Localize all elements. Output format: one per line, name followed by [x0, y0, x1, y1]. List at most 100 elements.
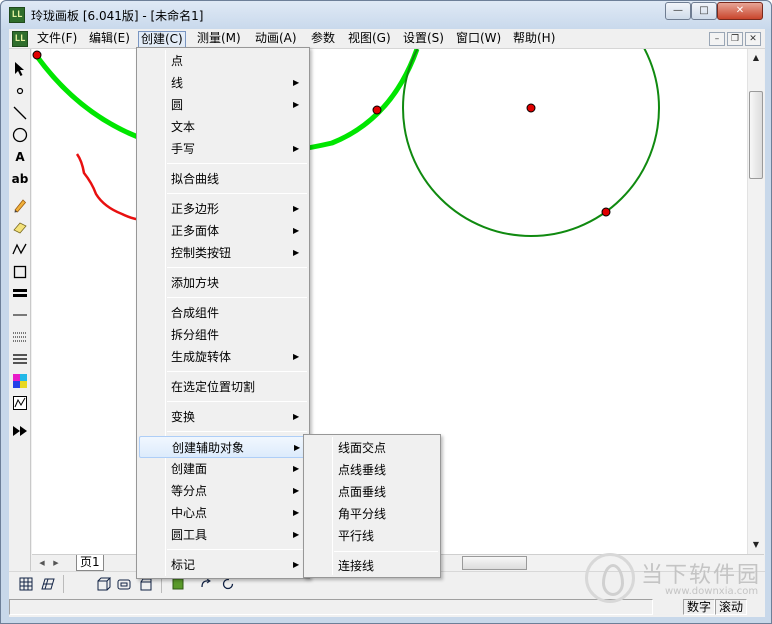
create-menu-item[interactable]: 手写 ▶	[139, 138, 307, 160]
watermark-logo-icon	[585, 553, 635, 603]
aux-submenu-item[interactable]: 线面交点	[306, 437, 438, 459]
vertical-scrollbar[interactable]: ▲ ▼	[747, 49, 764, 554]
menu-item-label: 手写	[171, 142, 196, 156]
document-icon[interactable]: LL	[12, 31, 28, 47]
menu-bar: LL 文件(F) 编辑(E) 创建(C) 测量(M) 动画(A) 参数 视图(G…	[9, 29, 765, 49]
title-bar[interactable]: LL 玲珑画板 [6.041版] - [未命名1] — □ ✕	[1, 1, 771, 29]
cube-icon[interactable]	[95, 575, 113, 593]
box-icon[interactable]	[115, 575, 133, 593]
menu-separator	[167, 267, 307, 268]
create-menu-item[interactable]: 标记 ▶	[139, 554, 307, 576]
eraser-tool-icon[interactable]	[11, 217, 29, 237]
label-tool-icon[interactable]: ab	[11, 169, 29, 189]
menu-help[interactable]: 帮助(H)	[511, 31, 557, 48]
menu-settings[interactable]: 设置(S)	[401, 31, 446, 48]
grid-icon[interactable]	[17, 575, 35, 593]
menu-animation[interactable]: 动画(A)	[253, 31, 299, 48]
create-menu-item[interactable]: 文本	[139, 116, 307, 138]
create-menu-item[interactable]: 添加方块	[139, 272, 307, 294]
create-menu-item[interactable]: 拆分组件	[139, 324, 307, 346]
mdi-close-button[interactable]: ✕	[745, 32, 761, 46]
submenu-arrow-icon: ▶	[293, 530, 300, 539]
menu-view[interactable]: 视图(G)	[346, 31, 393, 48]
create-menu-item[interactable]: 中心点 ▶	[139, 502, 307, 524]
submenu-arrow-icon: ▶	[293, 248, 300, 257]
create-menu-item[interactable]: 线 ▶	[139, 72, 307, 94]
menu-separator	[167, 401, 307, 402]
create-menu-item[interactable]: 创建面 ▶	[139, 458, 307, 480]
create-menu-item[interactable]: 生成旋转体 ▶	[139, 346, 307, 368]
multi-line-icon[interactable]	[11, 349, 29, 369]
pencil-tool-icon[interactable]	[11, 195, 29, 215]
aux-submenu-item[interactable]: 平行线	[306, 525, 438, 547]
fast-forward-icon[interactable]	[11, 421, 29, 441]
circle-tool-icon[interactable]	[11, 125, 29, 145]
menu-window[interactable]: 窗口(W)	[454, 31, 503, 48]
menu-measure[interactable]: 测量(M)	[195, 31, 243, 48]
create-menu-item[interactable]: 正多边形 ▶	[139, 198, 307, 220]
tab-first-icon[interactable]: ◀	[36, 557, 48, 569]
create-menu-item[interactable]: 等分点 ▶	[139, 480, 307, 502]
point-on-circle	[601, 207, 611, 217]
pointer-tool-icon[interactable]	[11, 59, 29, 79]
aux-submenu-item[interactable]: 连接线	[306, 555, 438, 577]
menu-item-label: 圆	[171, 98, 184, 112]
mdi-minimize-button[interactable]: –	[709, 32, 725, 46]
create-menu-item[interactable]: 变换 ▶	[139, 406, 307, 428]
menu-edit[interactable]: 编辑(E)	[87, 31, 132, 48]
submenu-arrow-icon: ▶	[293, 486, 300, 495]
menu-separator	[167, 371, 307, 372]
menu-create[interactable]: 创建(C)	[138, 31, 186, 48]
aux-submenu-item[interactable]: 角平分线	[306, 503, 438, 525]
dotted-line-icon[interactable]	[11, 327, 29, 347]
create-menu-item[interactable]: 圆 ▶	[139, 94, 307, 116]
thin-line-icon[interactable]	[11, 305, 29, 325]
aux-submenu-item[interactable]: 点面垂线	[306, 481, 438, 503]
tab-page-1[interactable]: 页1	[76, 555, 104, 571]
submenu-arrow-icon: ▶	[293, 144, 300, 153]
maximize-button[interactable]: □	[691, 2, 717, 20]
menu-item-label: 创建面	[171, 462, 208, 476]
submenu-item-label: 连接线	[338, 559, 375, 573]
oblique-grid-icon[interactable]	[39, 575, 57, 593]
close-button[interactable]: ✕	[717, 2, 763, 20]
create-menu-item[interactable]: 创建辅助对象 ▶	[139, 436, 307, 458]
menu-separator	[167, 431, 307, 432]
scroll-up-icon[interactable]: ▲	[748, 49, 764, 66]
line-tool-icon[interactable]	[11, 103, 29, 123]
tab-prev-icon[interactable]: ▶	[50, 557, 62, 569]
menu-params[interactable]: 参数	[309, 31, 337, 48]
create-menu-item[interactable]: 正多面体 ▶	[139, 220, 307, 242]
thick-line-icon[interactable]	[11, 283, 29, 303]
point-tool-icon[interactable]	[11, 81, 29, 101]
create-menu-item[interactable]: 控制类按钮 ▶	[139, 242, 307, 264]
menu-item-label: 拟合曲线	[171, 172, 220, 186]
menu-item-label: 正多面体	[171, 224, 220, 238]
submenu-arrow-icon: ▶	[293, 204, 300, 213]
rectangle-tool-icon[interactable]	[11, 262, 29, 282]
menu-item-label: 在选定位置切割	[171, 380, 256, 394]
create-menu-item[interactable]: 点	[139, 50, 307, 72]
create-menu-item[interactable]: 合成组件	[139, 302, 307, 324]
submenu-item-label: 点线垂线	[338, 463, 387, 477]
color-palette-icon[interactable]	[11, 371, 29, 391]
text-tool-icon[interactable]: A	[11, 147, 29, 167]
graph-tool-icon[interactable]	[11, 393, 29, 413]
aux-submenu-item[interactable]: 点线垂线	[306, 459, 438, 481]
submenu-arrow-icon: ▶	[293, 412, 300, 421]
submenu-arrow-icon: ▶	[293, 352, 300, 361]
create-menu-item[interactable]: 拟合曲线	[139, 168, 307, 190]
scroll-down-icon[interactable]: ▼	[748, 536, 764, 553]
menu-file[interactable]: 文件(F)	[35, 31, 79, 48]
create-menu-item[interactable]: 圆工具 ▶	[139, 524, 307, 546]
horizontal-scroll-thumb[interactable]	[462, 556, 527, 570]
vertical-scroll-thumb[interactable]	[749, 91, 763, 179]
minimize-button[interactable]: —	[665, 2, 691, 20]
create-menu-item[interactable]: 在选定位置切割	[139, 376, 307, 398]
window-title: 玲珑画板 [6.041版] - [未命名1]	[31, 9, 204, 23]
aux-object-submenu: 线面交点点线垂线点面垂线 角平分线 平行线连接线	[303, 434, 441, 578]
menu-item-label: 拆分组件	[171, 328, 220, 342]
point-arc-end	[372, 105, 382, 115]
polyline-tool-icon[interactable]	[11, 239, 29, 259]
mdi-restore-button[interactable]: ❐	[727, 32, 743, 46]
